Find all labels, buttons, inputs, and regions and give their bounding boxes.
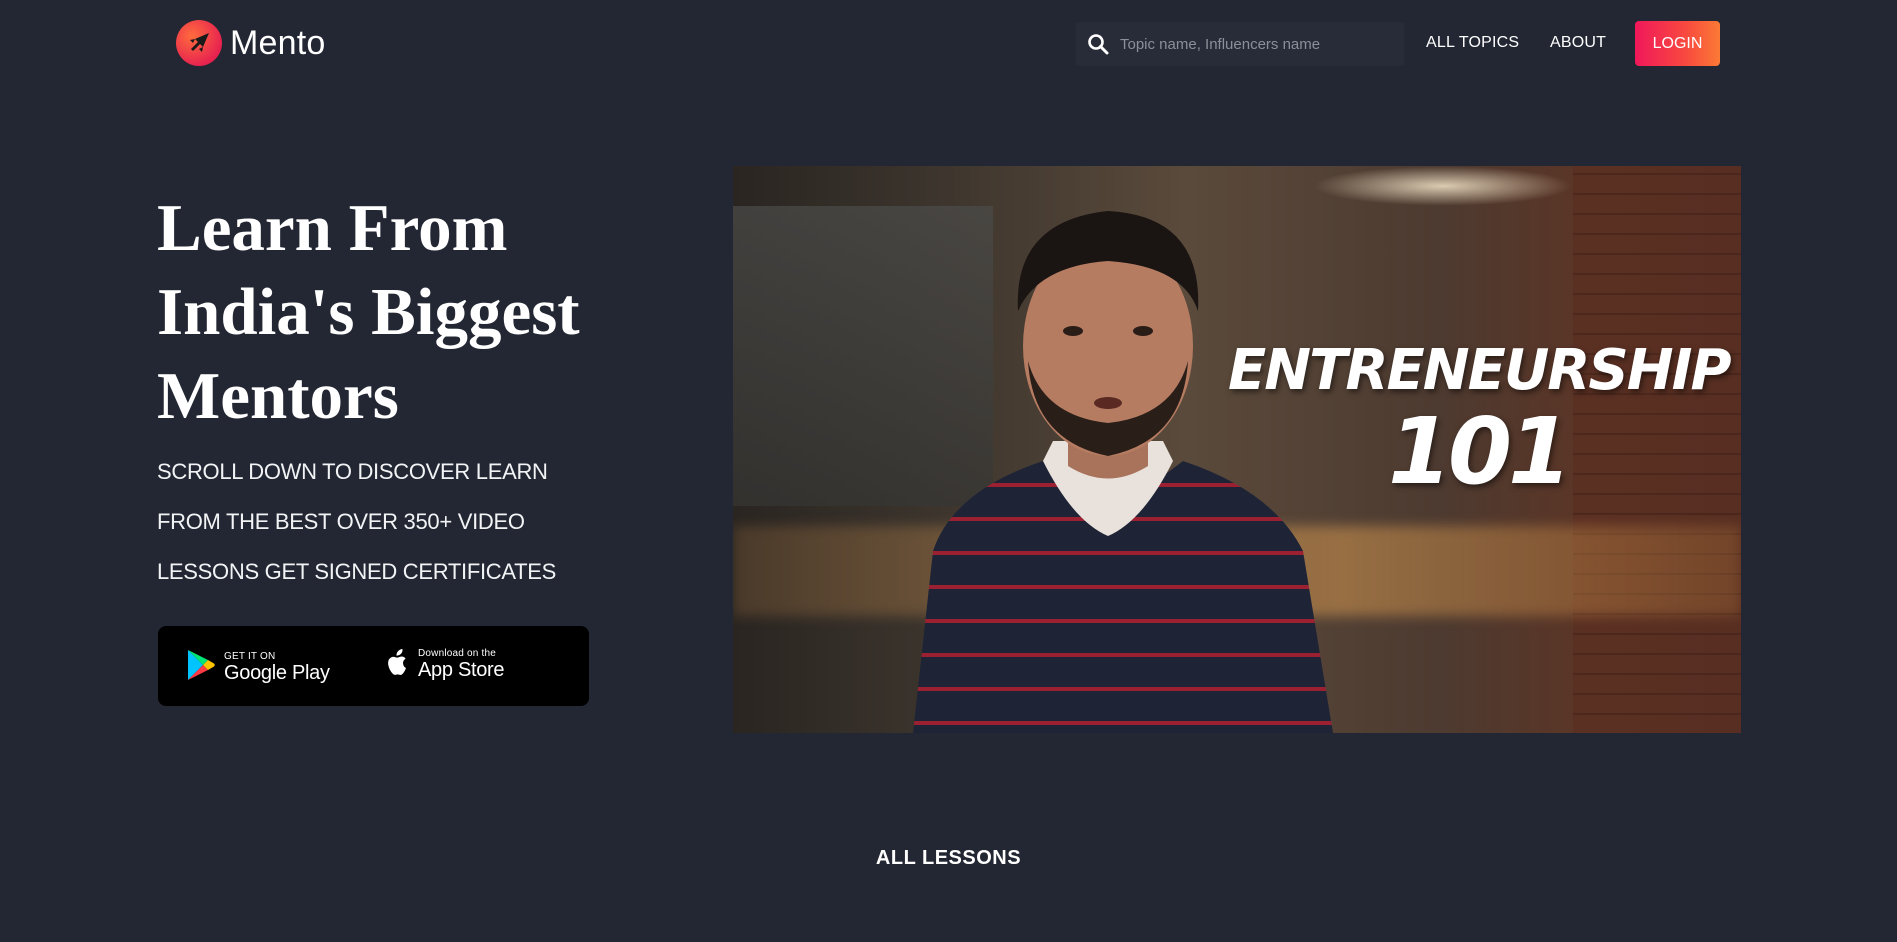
video-title-line1: ENTRENEURSHIP	[1228, 338, 1732, 403]
hero-subtitle-line: LESSONS GET SIGNED CERTIFICATES	[157, 559, 557, 584]
hero-title: Learn From India's Biggest Mentors	[157, 191, 580, 433]
app-store-badges: GET IT ON Google Play Download on the Ap…	[158, 626, 589, 706]
video-title-line2: 101	[1387, 398, 1572, 505]
google-play-label: Google Play	[224, 662, 330, 684]
brand-name: Mento	[230, 23, 326, 62]
rocket-icon	[176, 20, 222, 66]
search-bar	[1076, 22, 1404, 66]
hero-subtitle-line: FROM THE BEST OVER 350+ VIDEO	[157, 509, 525, 534]
page: Mento ALL TOPICS ABOUT LOGIN Learn From …	[0, 0, 1897, 942]
all-lessons-heading: ALL LESSONS	[875, 847, 1022, 869]
login-button[interactable]: LOGIN	[1635, 21, 1720, 66]
featured-video[interactable]: ENTRENEURSHIP 101	[733, 166, 1741, 733]
nav-about[interactable]: ABOUT	[1550, 34, 1606, 52]
google-play-icon	[186, 648, 216, 687]
search-icon[interactable]	[1076, 22, 1120, 66]
search-input[interactable]	[1120, 35, 1390, 53]
google-play-small-text: GET IT ON	[224, 651, 276, 662]
nav-all-topics[interactable]: ALL TOPICS	[1426, 34, 1519, 52]
hero-subtitle: SCROLL DOWN TO DISCOVER LEARN FROM THE B…	[157, 447, 577, 597]
apple-icon	[386, 648, 410, 681]
hero-subtitle-line: SCROLL DOWN TO DISCOVER LEARN	[157, 459, 548, 484]
google-play-button[interactable]: GET IT ON Google Play	[186, 648, 330, 687]
brand-logo[interactable]: Mento	[176, 20, 326, 66]
app-store-button[interactable]: Download on the App Store	[386, 648, 505, 681]
app-store-small-text: Download on the	[418, 648, 497, 659]
header: Mento ALL TOPICS ABOUT LOGIN	[0, 0, 1897, 86]
app-store-label: App Store	[418, 659, 505, 681]
